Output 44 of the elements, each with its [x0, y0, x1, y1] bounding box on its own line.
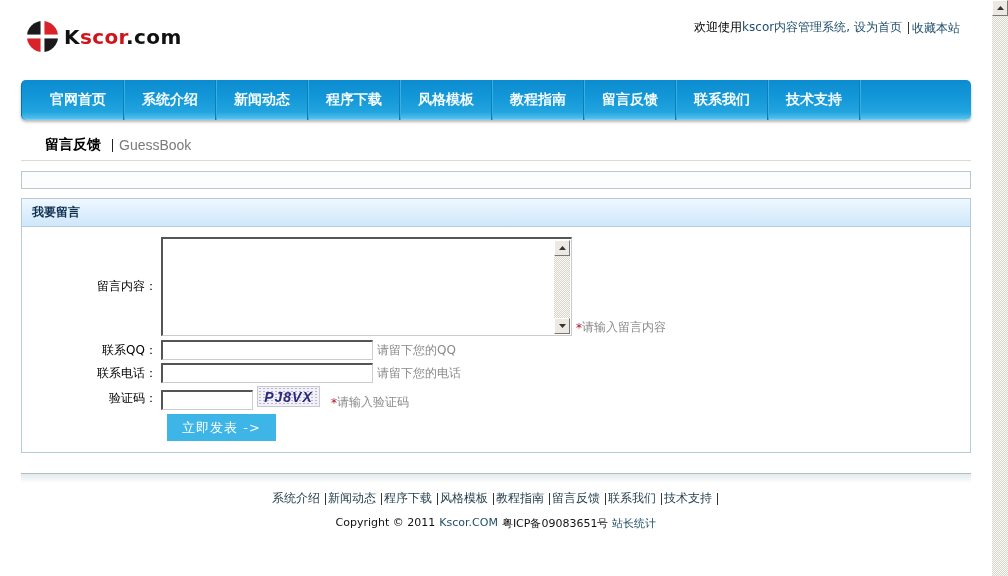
required-mark: * [576, 320, 582, 335]
page-subtitle: GuessBook [119, 137, 192, 153]
field-hint: 请输入验证码 [337, 394, 409, 411]
footer-link[interactable]: 风格模板 [440, 490, 488, 507]
footer-link[interactable]: 系统介绍 [272, 490, 320, 507]
scroll-up-button[interactable] [554, 240, 570, 256]
required-mark: * [331, 395, 337, 410]
footer-link[interactable]: 留言反馈 [552, 490, 600, 507]
footer-link[interactable]: 程序下载 [384, 490, 432, 507]
icp-text: 粤ICP备09083651号 [501, 516, 609, 531]
copyright-text: Copyright © 2011 [335, 516, 436, 531]
up-arrow-icon [558, 246, 566, 250]
input-field[interactable] [161, 340, 373, 360]
scrollbar-track[interactable] [992, 0, 1008, 576]
field-hint: 请留下您的电话 [377, 364, 461, 382]
field-hint: 请输入留言内容 [582, 319, 666, 336]
textarea-scrollbar[interactable] [554, 240, 570, 334]
footer-link[interactable]: 站长统计 [612, 516, 657, 531]
greeting-text: 欢迎使用 [694, 19, 743, 36]
page-title: 留言反馈 [45, 136, 101, 154]
field-hint: 请留下您的QQ [377, 341, 456, 359]
header-link[interactable]: 设为首页 [854, 19, 902, 36]
footer-link[interactable]: Kscor.COM [439, 516, 498, 531]
panel-header: 我要留言 [22, 199, 970, 227]
field-label: 留言内容： [96, 278, 158, 295]
scroll-up-button[interactable] [992, 0, 1008, 16]
scroll-down-button[interactable] [554, 318, 570, 334]
captcha-image: PJ8VX [257, 386, 320, 407]
header-link[interactable]: kscor内容管理系统, [742, 19, 850, 36]
field-label: 验证码： [108, 390, 158, 407]
footer-link[interactable]: 联系我们 [608, 490, 656, 507]
footer-link[interactable]: 技术支持 [664, 490, 712, 507]
captcha-input[interactable] [161, 390, 253, 410]
field-label: 联系QQ： [101, 341, 158, 359]
input-field[interactable] [161, 363, 373, 383]
field-label: 联系电话： [96, 364, 158, 382]
header-link[interactable]: 收藏本站 [908, 21, 960, 34]
footer-link[interactable]: 新闻动态 [328, 490, 376, 507]
up-arrow-icon [996, 6, 1004, 10]
logo-text: Kscor.com [64, 24, 182, 49]
down-arrow-icon [558, 324, 566, 328]
logo-icon [26, 20, 59, 53]
message-field[interactable] [161, 237, 572, 336]
footer-link[interactable]: 教程指南 [496, 490, 544, 507]
